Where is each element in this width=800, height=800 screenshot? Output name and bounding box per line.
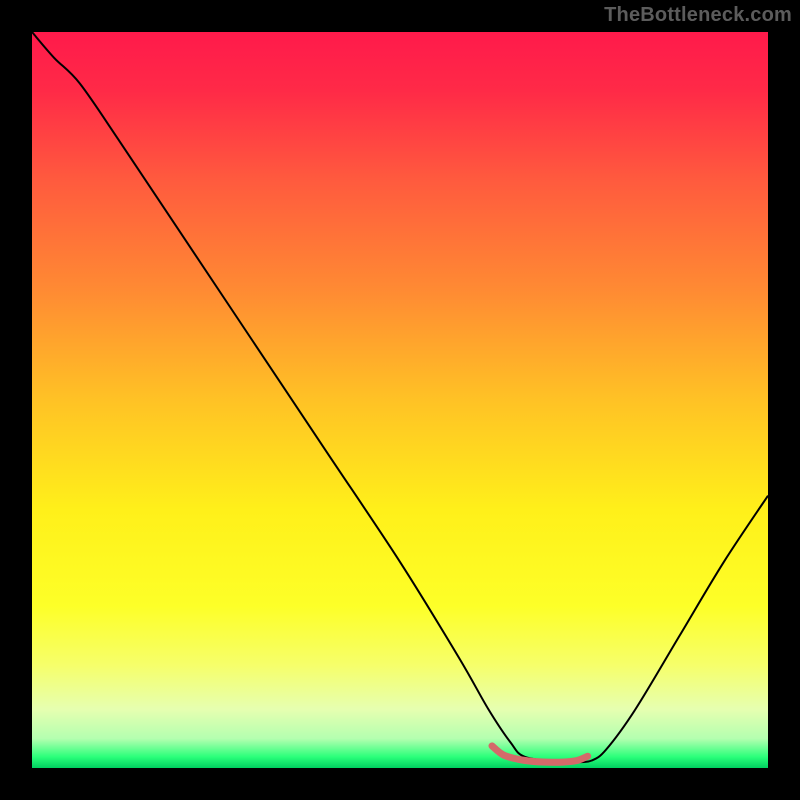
gradient-background xyxy=(32,32,768,768)
bottleneck-chart xyxy=(0,0,800,800)
chart-stage: TheBottleneck.com xyxy=(0,0,800,800)
watermark-label: TheBottleneck.com xyxy=(604,4,792,27)
